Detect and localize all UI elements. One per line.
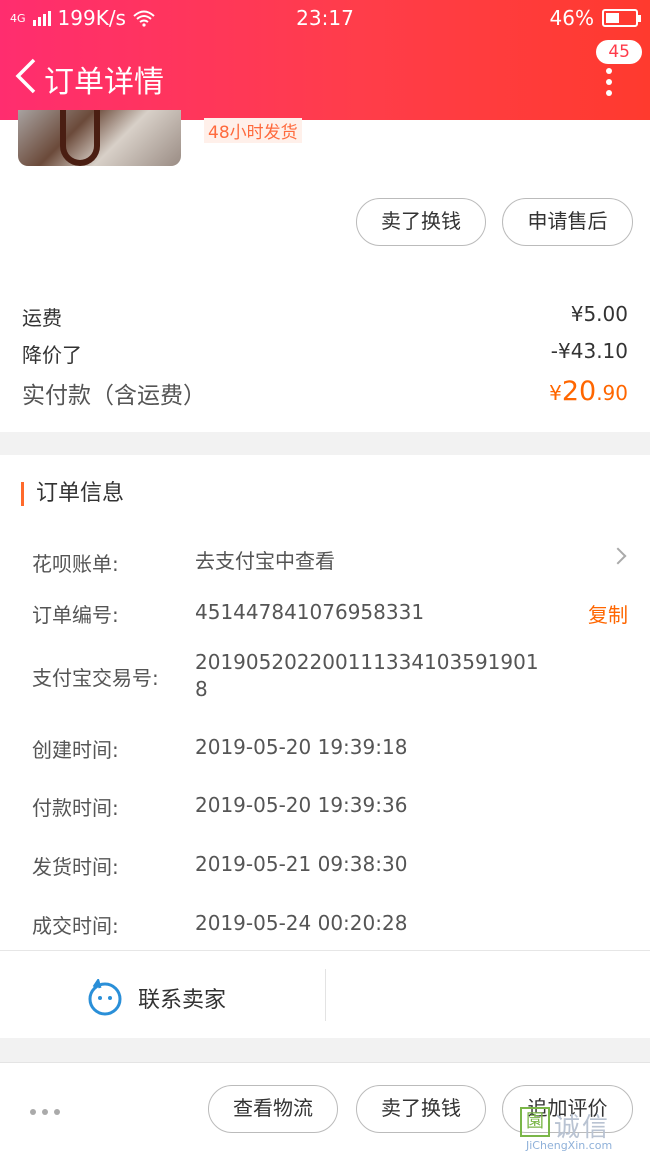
- shipping-value: ¥5.00: [570, 302, 628, 326]
- sell-for-cash-button[interactable]: 卖了换钱: [356, 198, 486, 246]
- notification-badge: 45: [596, 40, 642, 64]
- nav-bar: 订单详情 45: [0, 40, 650, 108]
- battery-percent: 46%: [549, 6, 594, 30]
- alipay-trade-number: 2019052022001113341035919018: [195, 650, 539, 701]
- discount-value: -¥43.10: [550, 339, 628, 363]
- after-sale-button[interactable]: 申请售后: [502, 198, 633, 246]
- bottom-action-bar: 查看物流 卖了换钱 追加评价 園 诚信 JiChengXin.com: [0, 1062, 650, 1155]
- back-arrow-icon[interactable]: [12, 56, 42, 96]
- status-bar: 4G 199K/s 23:17 46%: [0, 0, 650, 36]
- order-number: 451447841076958331: [195, 600, 425, 624]
- shipping-tag: 48小时发货: [204, 118, 302, 143]
- page-title: 订单详情: [44, 65, 164, 100]
- product-thumbnail[interactable]: [18, 110, 181, 166]
- discount-label: 降价了: [22, 343, 82, 367]
- contact-area: 联系卖家: [0, 950, 650, 1038]
- sell-for-cash-button-bottom[interactable]: 卖了换钱: [356, 1085, 486, 1133]
- order-summary-card: 48小时发货 卖了换钱 申请售后 运费 ¥5.00 降价了 -¥43.10 实付…: [0, 110, 650, 432]
- order-info-card: 订单信息 花呗账单: 去支付宝中查看 订单编号: 451447841076958…: [0, 455, 650, 1038]
- more-actions-icon[interactable]: [30, 1109, 60, 1115]
- paid-amount: ¥20.90: [549, 376, 628, 407]
- watermark: 園 诚信 JiChengXin.com: [520, 1107, 644, 1152]
- battery-icon: [602, 9, 641, 27]
- paid-label: 实付款（含运费）: [22, 383, 206, 409]
- order-info-title: 订单信息: [21, 482, 124, 506]
- top-bar: 4G 199K/s 23:17 46% 订单详情 45: [0, 0, 650, 120]
- shipping-label: 运费: [22, 306, 62, 330]
- divider: [325, 969, 326, 1021]
- more-options-icon[interactable]: [606, 68, 612, 101]
- chat-bubble-icon: [88, 979, 122, 1016]
- view-logistics-button[interactable]: 查看物流: [208, 1085, 338, 1133]
- chevron-right-icon: [609, 547, 627, 565]
- contact-seller-button[interactable]: 联系卖家: [86, 979, 226, 1017]
- watermark-logo-icon: 園: [520, 1107, 550, 1137]
- copy-button[interactable]: 复制: [588, 599, 628, 628]
